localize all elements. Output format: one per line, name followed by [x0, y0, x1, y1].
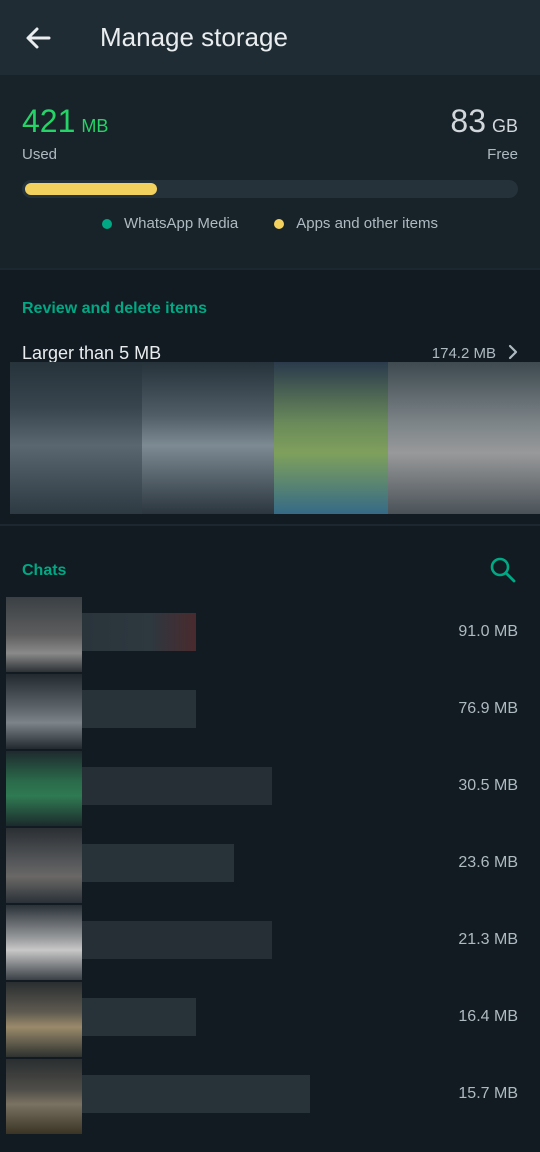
legend-whatsapp-media: WhatsApp Media	[102, 215, 238, 232]
back-button[interactable]	[18, 18, 58, 58]
chat-name-redacted	[82, 1075, 310, 1113]
chat-name-redacted	[82, 690, 196, 728]
chat-row[interactable]: 91.0 MB	[0, 597, 540, 674]
free-value: 83	[450, 103, 486, 139]
chevron-right-icon	[508, 344, 518, 360]
legend-label-media: WhatsApp Media	[124, 215, 239, 232]
free-label: Free	[487, 146, 518, 163]
legend-dot-media	[102, 218, 112, 229]
divider	[0, 524, 540, 526]
legend-label-apps: Apps and other items	[296, 215, 438, 232]
page-title: Manage storage	[100, 22, 288, 52]
avatar	[6, 905, 82, 980]
chat-size: 30.5 MB	[458, 777, 518, 794]
legend-dot-apps	[274, 218, 285, 229]
chat-size: 23.6 MB	[458, 854, 518, 871]
used-value: 421	[22, 103, 76, 139]
storage-summary: 421 MB Used 83 GB Free WhatsApp Media Apps…	[0, 75, 540, 268]
chat-name-redacted	[82, 998, 196, 1036]
chat-size: 16.4 MB	[458, 1008, 518, 1025]
divider	[0, 268, 540, 270]
media-thumbnail[interactable]	[142, 362, 274, 514]
storage-usage-fill	[25, 183, 157, 195]
storage-legend: WhatsApp Media Apps and other items	[0, 215, 540, 232]
chat-size: 91.0 MB	[458, 623, 518, 640]
chat-name-redacted	[82, 767, 272, 805]
storage-usage-bar	[22, 180, 518, 198]
media-thumbnail[interactable]	[388, 362, 540, 514]
chat-row[interactable]: 15.7 MB	[0, 1059, 540, 1136]
search-button[interactable]	[486, 553, 520, 587]
avatar	[6, 828, 82, 903]
free-unit: GB	[491, 116, 518, 136]
chats-section-title: Chats	[22, 562, 67, 579]
chat-name-redacted	[82, 921, 272, 959]
chat-name-redacted	[82, 844, 234, 882]
chat-row[interactable]: 30.5 MB	[0, 751, 540, 828]
arrow-left-icon	[26, 27, 51, 49]
used-unit: MB	[81, 116, 109, 136]
avatar	[6, 674, 82, 749]
used-label: Used	[22, 146, 58, 163]
avatar	[6, 597, 82, 672]
media-thumbnail[interactable]	[274, 362, 388, 514]
legend-apps-other: Apps and other items	[274, 215, 438, 232]
chat-row[interactable]: 76.9 MB	[0, 674, 540, 751]
avatar	[6, 1059, 82, 1134]
avatar	[6, 982, 82, 1057]
chat-row[interactable]: 16.4 MB	[0, 982, 540, 1059]
media-thumbnail[interactable]	[10, 362, 142, 514]
free-block: 83 GB Free	[450, 103, 518, 163]
chat-size: 21.3 MB	[458, 931, 518, 948]
used-block: 421 MB Used	[22, 103, 108, 163]
larger-than-label: Larger than 5 MB	[22, 343, 162, 363]
chat-size: 15.7 MB	[458, 1085, 518, 1102]
app-bar: Manage storage	[0, 0, 540, 75]
chat-row[interactable]: 23.6 MB	[0, 828, 540, 905]
larger-than-size: 174.2 MB	[431, 345, 496, 362]
review-section-title: Review and delete items	[22, 300, 207, 317]
chat-row[interactable]: 21.3 MB	[0, 905, 540, 982]
search-icon	[490, 557, 516, 583]
chat-size: 76.9 MB	[458, 700, 518, 717]
avatar	[6, 751, 82, 826]
chat-name-redacted	[82, 613, 196, 651]
large-files-thumbnails	[10, 362, 540, 514]
